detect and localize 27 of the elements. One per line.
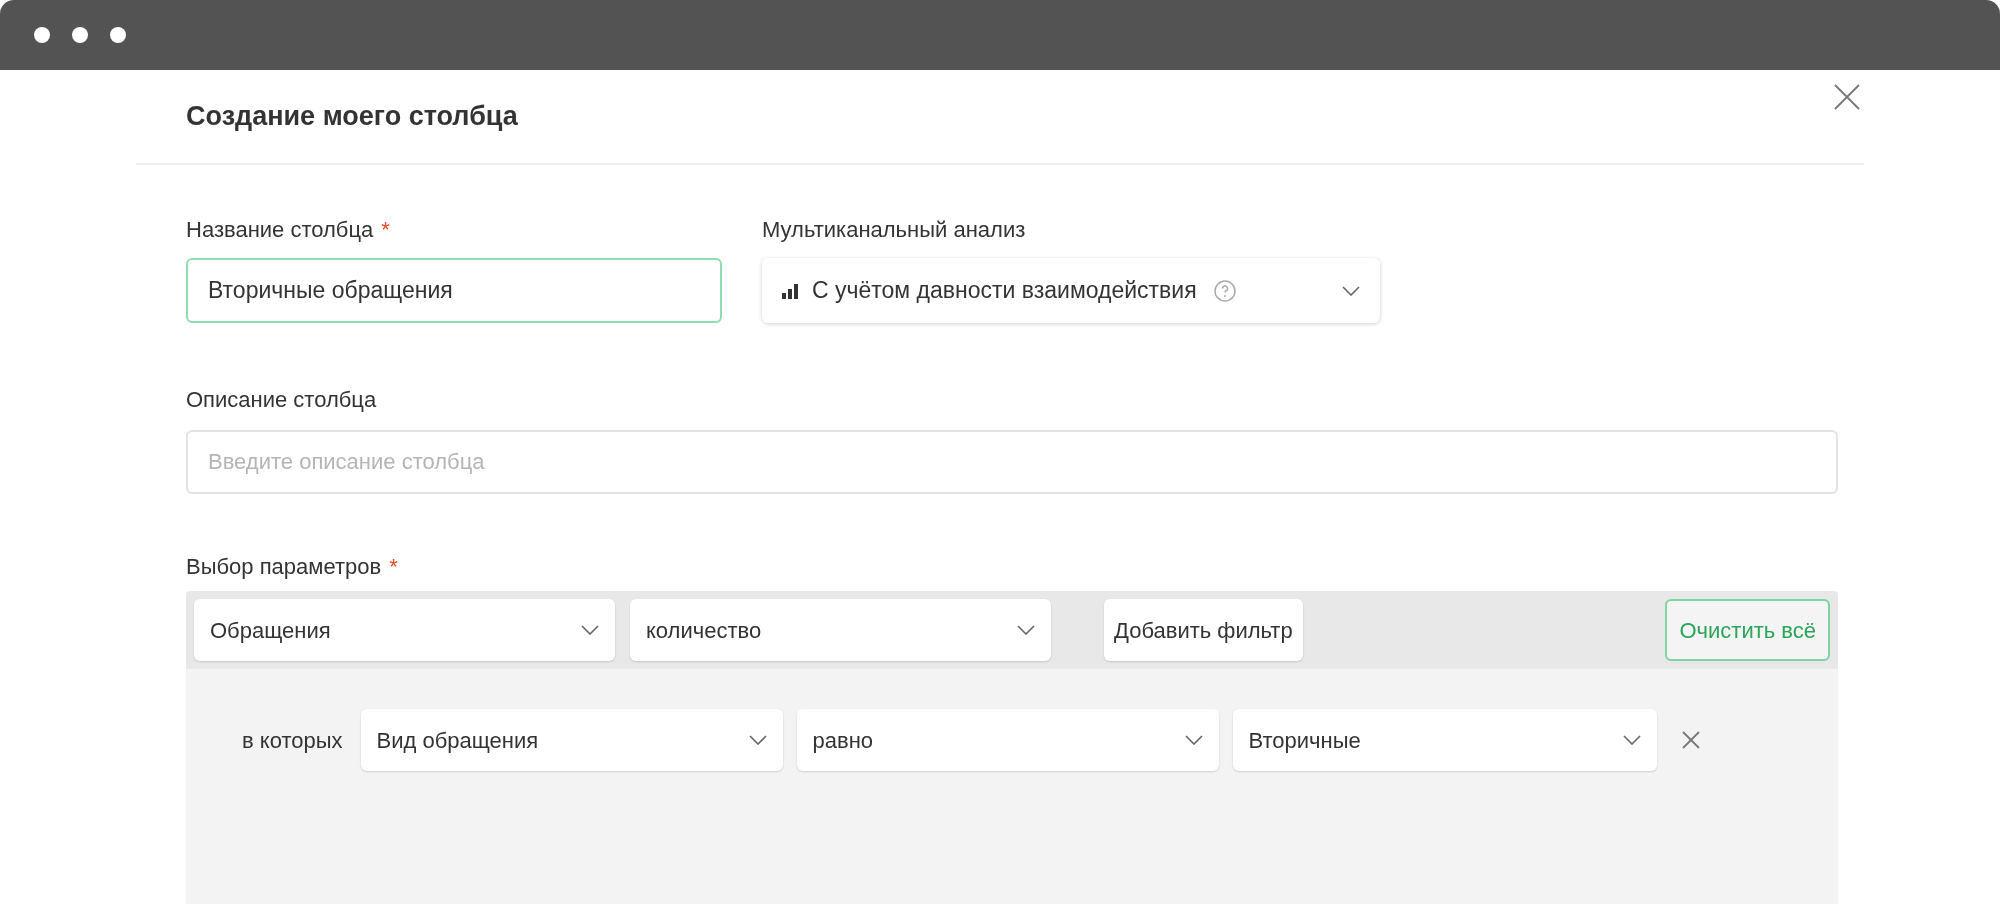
dropdown-select[interactable]: равно xyxy=(796,709,1219,771)
dropdown-select[interactable]: Вид обращения xyxy=(360,709,783,771)
required-asterisk: * xyxy=(381,216,390,244)
field-label: Описание столбца xyxy=(186,386,378,414)
close-icon[interactable] xyxy=(1832,82,1862,112)
bar-chart-icon xyxy=(782,282,800,299)
field-label: Название столбца xyxy=(186,216,374,244)
chevron-down-icon xyxy=(1184,735,1203,745)
chevron-down-icon xyxy=(581,625,599,635)
chevron-down-icon xyxy=(748,735,767,745)
required-asterisk: * xyxy=(389,553,398,581)
chevron-down-icon xyxy=(1017,625,1035,635)
remove-filter-icon[interactable] xyxy=(1680,730,1701,750)
chevron-down-icon xyxy=(1342,285,1360,296)
field-label: Мультиканальный анализ xyxy=(762,216,1027,244)
dropdown-select[interactable]: количество xyxy=(630,599,1051,661)
filter-prefix: в которых xyxy=(242,726,343,755)
help-icon xyxy=(1212,278,1237,303)
dropdown-select[interactable]: Обращения xyxy=(194,599,615,661)
description-input-field[interactable]: Введите описание столбца xyxy=(186,430,1838,494)
field-label: Выбор параметров xyxy=(186,553,382,581)
dropdown-select[interactable]: Вторичные xyxy=(1232,709,1657,771)
add-filter-button[interactable]: Добавить фильтр xyxy=(1104,599,1303,661)
dialog-title: Создание моего столбца xyxy=(186,100,518,134)
name-input-field[interactable]: Вторичные обращения xyxy=(186,258,722,323)
analysis-dropdown[interactable]: С учётом давности взаимодействия xyxy=(762,258,1380,323)
chevron-down-icon xyxy=(1622,735,1641,745)
